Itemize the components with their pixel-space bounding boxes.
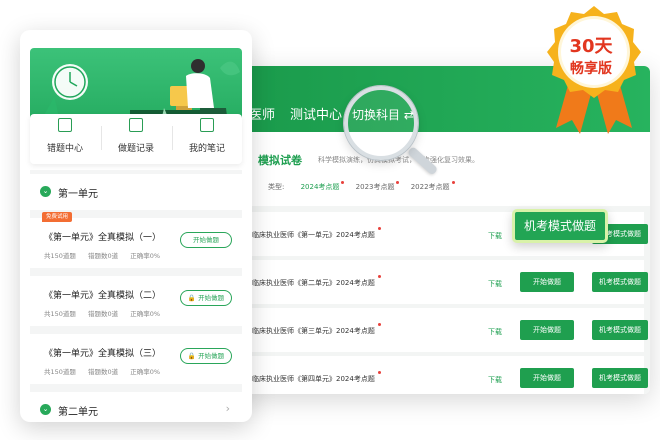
table-row: 临床执业医师《第三单元》2024考点题 下载 开始做题 机考模式做题	[238, 308, 648, 352]
menu-record[interactable]: 做题记录	[101, 118, 171, 155]
exam-mode-button[interactable]: 机考模式做题	[592, 272, 648, 292]
switch-subject-label: 切换科目	[352, 108, 401, 122]
switch-subject-button[interactable]: 切换科目 ⇄	[352, 106, 414, 123]
swap-arrows-icon: ⇄	[403, 108, 414, 122]
paper-list: ⌄ 第一单元 免费试用 《第一单元》全真模拟（一） 共150道题 错题数0道 正…	[30, 170, 242, 422]
accuracy-rate: 正确率0%	[130, 310, 161, 318]
start-button[interactable]: 开始做题	[520, 368, 574, 388]
list-item: 《第一单元》全真模拟（二） 共150道题 错题数0道 正确率0% 🔒 开始做题	[30, 276, 242, 326]
chevron-down-icon: ⌄	[40, 186, 51, 197]
exam-mode-button[interactable]: 机考模式做题	[592, 368, 648, 388]
menu-error-center[interactable]: 错题中心	[30, 118, 100, 155]
start-button[interactable]: 🔒 开始做题	[180, 348, 232, 364]
filter-label: 类型:	[268, 183, 285, 191]
wrong-count: 错题数0道	[88, 368, 119, 376]
paper-title[interactable]: 临床执业医师《第三单元》2024考点题	[252, 323, 381, 336]
list-item: 免费试用 《第一单元》全真模拟（一） 共150道题 错题数0道 正确率0% 开始…	[30, 212, 242, 268]
section-desc: 科学模拟演练，仿真模拟考试，一步强化复习效果。	[318, 156, 479, 164]
menu-notes[interactable]: 我的笔记	[172, 118, 242, 155]
chevron-down-icon: ⌄	[40, 404, 51, 415]
start-button[interactable]: 开始做题	[180, 232, 232, 248]
start-label: 开始做题	[198, 352, 225, 360]
note-pen-icon	[200, 118, 214, 132]
paper-name[interactable]: 《第一单元》全真模拟（三）	[44, 346, 161, 359]
download-link[interactable]: 下载	[488, 279, 502, 289]
free-trial-badge: 免费试用	[42, 212, 73, 222]
mobile-card: 错题中心 做题记录 我的笔记 ⌄ 第一单元 免费试用 《第一单元》全真模拟（一）…	[20, 30, 252, 422]
badge-edition: 畅享版	[570, 61, 612, 77]
paper-title[interactable]: 临床执业医师《第四单元》2024考点题	[252, 371, 381, 384]
start-button[interactable]: 开始做题	[520, 320, 574, 340]
unit-title: 第二单元	[58, 407, 98, 418]
download-link[interactable]: 下载	[488, 327, 502, 337]
record-list-icon	[129, 118, 143, 132]
table-row: 临床执业医师《第二单元》2024考点题 下载 开始做题 机考模式做题	[238, 260, 648, 304]
error-book-icon	[58, 118, 72, 132]
start-label: 开始做题	[198, 294, 225, 302]
unit-header-1[interactable]: ⌄ 第一单元	[30, 174, 242, 210]
wrong-count: 错题数0道	[88, 252, 119, 260]
filter-2022[interactable]: 2022考点题	[411, 183, 450, 191]
paper-title[interactable]: 临床执业医师《第二单元》2024考点题	[252, 275, 381, 288]
paper-title[interactable]: 临床执业医师《第一单元》2024考点题	[252, 227, 381, 240]
paper-name[interactable]: 《第一单元》全真模拟（二）	[44, 288, 161, 301]
paper-meta: 共150道题 错题数0道 正确率0%	[44, 250, 170, 260]
chevron-right-icon: ›	[225, 402, 230, 415]
question-count: 共150道题	[44, 252, 76, 260]
start-button[interactable]: 🔒 开始做题	[180, 290, 232, 306]
highlight-exam-mode-button[interactable]: 机考模式做题	[512, 209, 608, 243]
paper-meta: 共150道题 错题数0道 正确率0%	[44, 308, 170, 318]
magnifier-icon	[344, 86, 418, 160]
section-title: 模拟试卷	[258, 154, 302, 167]
nav-item-test-center[interactable]: 测试中心	[290, 104, 342, 123]
menu-label: 错题中心	[46, 144, 83, 154]
type-filter: 类型: 2024考点题 2023考点题 2022考点题	[268, 182, 464, 192]
menu-label: 做题记录	[117, 144, 154, 154]
badge-days: 30天	[569, 36, 613, 57]
table-row: 临床执业医师《第四单元》2024考点题 下载 开始做题 机考模式做题	[238, 356, 648, 394]
question-count: 共150道题	[44, 310, 76, 318]
start-button[interactable]: 开始做题	[520, 272, 574, 292]
download-link[interactable]: 下载	[488, 375, 502, 385]
unit-header-2[interactable]: ⌄ 第二单元 ›	[30, 392, 242, 422]
filter-2024[interactable]: 2024考点题	[301, 183, 340, 191]
unit-title: 第一单元	[58, 189, 98, 200]
section-header: 模拟试卷 科学模拟演练，仿真模拟考试，一步强化复习效果。	[232, 146, 650, 176]
download-link[interactable]: 下载	[488, 231, 502, 241]
list-item: 《第一单元》全真模拟（三） 共150道题 错题数0道 正确率0% 🔒 开始做题	[30, 334, 242, 384]
accuracy-rate: 正确率0%	[130, 368, 161, 376]
paper-name[interactable]: 《第一单元》全真模拟（一）	[44, 230, 161, 243]
exam-mode-button[interactable]: 机考模式做题	[592, 320, 648, 340]
paper-meta: 共150道题 错题数0道 正确率0%	[44, 366, 170, 376]
filter-2023[interactable]: 2023考点题	[356, 183, 395, 191]
accuracy-rate: 正确率0%	[130, 252, 161, 260]
menu-label: 我的笔记	[188, 144, 225, 154]
question-count: 共150道题	[44, 368, 76, 376]
wrong-count: 错题数0道	[88, 310, 119, 318]
quick-menu: 错题中心 做题记录 我的笔记	[30, 114, 242, 164]
